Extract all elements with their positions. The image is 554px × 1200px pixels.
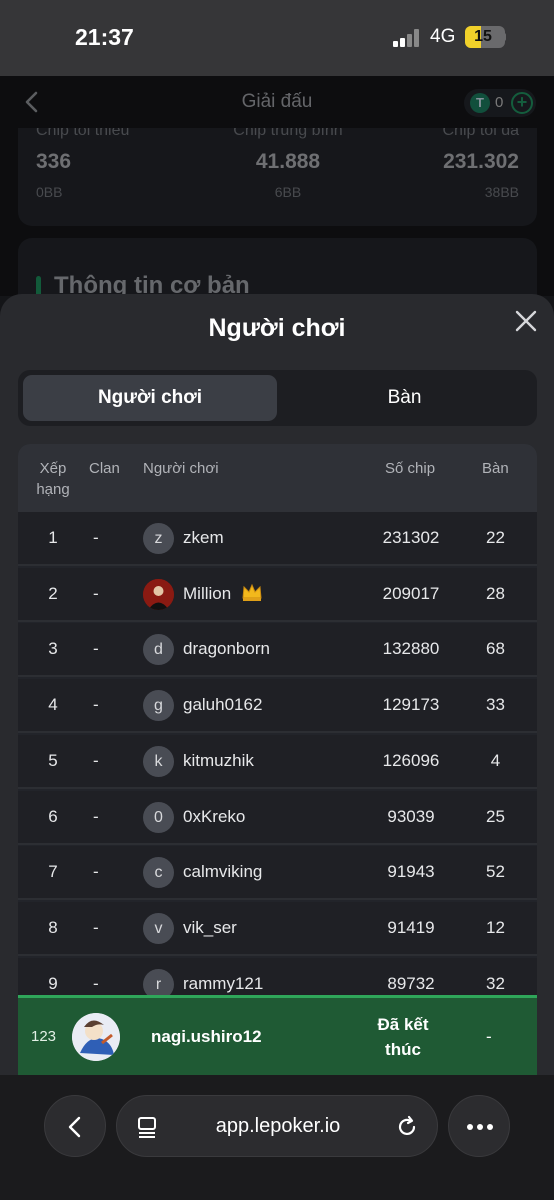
player-name: galuh0162 xyxy=(183,695,263,715)
clan-cell: - xyxy=(93,639,99,659)
chips-cell: 209017 xyxy=(382,583,440,603)
browser-more-button[interactable] xyxy=(448,1095,510,1157)
battery-level: 15 xyxy=(474,28,492,45)
my-table: - xyxy=(486,1027,492,1046)
chips-cell: 129173 xyxy=(382,695,440,715)
table-row[interactable]: 1 - z zkem 231302 22 xyxy=(18,512,537,566)
table-row[interactable]: 4 - g galuh0162 129173 33 xyxy=(18,679,537,734)
col-table: Bàn xyxy=(482,460,509,477)
table-row[interactable]: 5 - k kitmuzhik 126096 4 xyxy=(18,734,537,789)
clan-cell: - xyxy=(93,917,99,937)
rank-cell: 3 xyxy=(48,639,58,659)
reload-icon[interactable] xyxy=(395,1115,419,1139)
browser-toolbar: app.lepoker.io xyxy=(0,1075,554,1200)
network-type: 4G xyxy=(430,26,456,47)
table-row[interactable]: 8 - v vik_ser 91419 12 xyxy=(18,901,537,956)
rank-cell: 2 xyxy=(48,583,58,603)
table-header: Xếp hạng Clan Người chơi Số chip Bàn xyxy=(18,444,537,512)
player-name: 0xKreko xyxy=(183,806,246,826)
crown-icon xyxy=(242,583,262,601)
tab-players[interactable]: Người chơi xyxy=(23,375,277,421)
rank-cell: 8 xyxy=(48,917,58,937)
rank-cell: 9 xyxy=(48,973,58,993)
clan-cell: - xyxy=(93,806,99,826)
rank-cell: 1 xyxy=(48,528,58,547)
my-avatar xyxy=(72,1013,120,1061)
clan-cell: - xyxy=(93,583,99,603)
col-player: Người chơi xyxy=(143,460,219,477)
chips-cell: 91419 xyxy=(387,917,435,937)
table-row[interactable]: 3 - d dragonborn 132880 68 xyxy=(18,623,537,678)
tab-tables[interactable]: Bàn xyxy=(277,375,532,421)
tab-bar: Người chơi Bàn xyxy=(18,370,537,426)
my-name: nagi.ushiro12 xyxy=(151,1027,262,1046)
url-bar[interactable]: app.lepoker.io xyxy=(116,1095,438,1157)
chips-cell: 93039 xyxy=(387,806,435,826)
table-cell: 52 xyxy=(486,862,505,882)
player-name: dragonborn xyxy=(183,639,270,659)
browser-back-button[interactable] xyxy=(44,1095,106,1157)
col-clan: Clan xyxy=(89,460,120,477)
status-bar: 21:37 4G 15 xyxy=(0,0,554,76)
table-cell: 25 xyxy=(486,806,505,826)
status-time: 21:37 xyxy=(75,24,134,50)
chips-cell: 126096 xyxy=(382,750,440,770)
rank-cell: 5 xyxy=(48,750,58,770)
modal-backdrop[interactable] xyxy=(0,76,554,296)
player-avatar: z xyxy=(143,523,174,554)
signal-icon xyxy=(393,29,423,47)
players-table: Xếp hạng Clan Người chơi Số chip Bàn 1 - z… xyxy=(18,444,537,1076)
chevron-left-icon xyxy=(68,1116,81,1138)
url-text: app.lepoker.io xyxy=(215,1115,341,1137)
more-icon xyxy=(467,1124,493,1130)
table-cell: 4 xyxy=(490,750,501,770)
player-name: kitmuzhik xyxy=(183,750,254,770)
players-sheet: Người chơi Người chơi Bàn Xếp hạng Clan … xyxy=(0,294,554,1076)
table-row[interactable]: 2 - Million 209017 28 xyxy=(18,567,537,622)
player-avatar: g xyxy=(143,690,174,722)
player-name: Million xyxy=(183,583,232,603)
chips-cell: 91943 xyxy=(387,862,435,882)
table-cell: 33 xyxy=(486,695,505,715)
clan-cell: - xyxy=(93,695,99,715)
player-avatar: 0 xyxy=(143,801,174,833)
player-avatar: v xyxy=(143,912,174,944)
player-avatar: d xyxy=(143,634,174,666)
table-cell: 68 xyxy=(486,639,505,659)
table-row[interactable]: 7 - c calmviking 91943 52 xyxy=(18,846,537,901)
clan-cell: - xyxy=(93,528,99,547)
rank-cell: 7 xyxy=(48,862,58,882)
rank-cell: 6 xyxy=(48,806,58,826)
clan-cell: - xyxy=(93,750,99,770)
table-cell: 28 xyxy=(486,583,505,603)
col-rank: Xếp hạng xyxy=(36,460,70,498)
table-cell: 12 xyxy=(486,917,505,937)
table-cell: 32 xyxy=(486,973,505,993)
sheet-title: Người chơi xyxy=(208,314,346,342)
table-row[interactable]: 6 - 0 0xKreko 93039 25 xyxy=(18,790,537,845)
my-status: Đã kết thúc xyxy=(377,1015,429,1059)
player-avatar: k xyxy=(143,745,174,777)
player-avatar: c xyxy=(143,857,174,889)
clan-cell: - xyxy=(93,862,99,882)
table-cell: 22 xyxy=(486,528,505,547)
player-name: vik_ser xyxy=(183,917,237,937)
col-chips: Số chip xyxy=(385,460,436,477)
player-avatar xyxy=(143,578,174,610)
battery-icon: 15 xyxy=(465,26,505,48)
player-name: calmviking xyxy=(183,862,263,882)
player-name: rammy121 xyxy=(183,973,264,993)
my-rank: 123 xyxy=(31,1028,57,1045)
close-icon[interactable] xyxy=(513,308,539,334)
clan-cell: - xyxy=(93,973,99,993)
my-rank-row[interactable]: 123 nagi.ushiro12 Đã kết thúc - xyxy=(18,995,537,1075)
chips-cell: 231302 xyxy=(382,528,440,547)
player-name: zkem xyxy=(183,528,224,547)
rank-cell: 4 xyxy=(48,695,58,715)
chips-cell: 132880 xyxy=(382,639,440,659)
chips-cell: 89732 xyxy=(387,973,435,993)
